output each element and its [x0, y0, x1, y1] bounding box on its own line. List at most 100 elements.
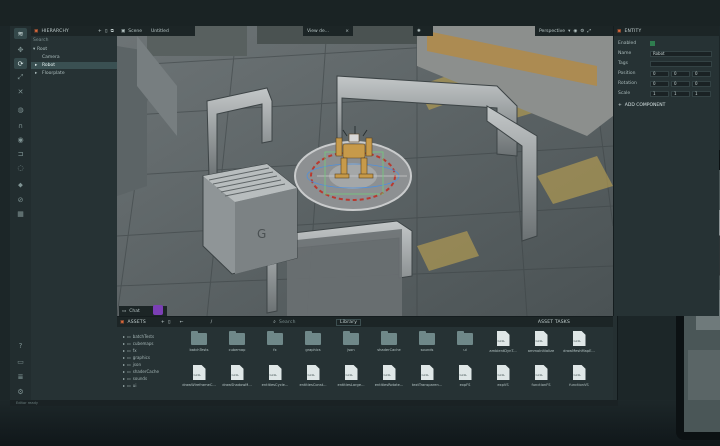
duplicate-entity-icon[interactable]: ⧉ [111, 28, 114, 34]
expand-arrow-icon[interactable]: ▸ [123, 341, 125, 346]
hierarchy-search-input[interactable]: Search [33, 37, 115, 44]
close-icon[interactable]: × [345, 29, 349, 34]
camera-selector[interactable]: Perspective ▾ ◉ ⚙ ⤢ [535, 26, 613, 36]
asset-tree-item[interactable]: ▸ ▭ fx [123, 347, 183, 353]
expand-arrow-icon[interactable]: ▸ [123, 376, 125, 381]
add-entity-icon[interactable]: + [98, 29, 102, 34]
hierarchy-item-camera[interactable]: Camera [31, 54, 117, 61]
asset-folder[interactable]: sounds [413, 331, 441, 361]
fullscreen-icon[interactable]: ⤢ [587, 28, 591, 34]
asset-file[interactable]: GLSL expFS [451, 365, 479, 395]
help-icon[interactable]: ? [14, 340, 27, 351]
asset-file[interactable]: GLSL drawMeshMapE... [563, 331, 595, 361]
asset-tree-item[interactable]: ▸ ▭ sounds [123, 375, 183, 381]
expand-arrow-icon[interactable]: ▸ [123, 355, 125, 360]
hierarchy-item-floorplate[interactable]: ▸ Floorplate [31, 70, 117, 77]
camera-icon[interactable]: ◌ [14, 162, 27, 173]
add-component-button[interactable]: + ADD COMPONENT [618, 102, 716, 109]
scale-x-field[interactable]: 1 [650, 90, 669, 97]
assets-search-input[interactable]: Search [279, 320, 333, 325]
rotation-y-field[interactable]: 0 [671, 80, 690, 87]
untitled-tab-label[interactable]: Untitled [151, 29, 169, 34]
scale-y-field[interactable]: 1 [671, 90, 690, 97]
rotate-icon[interactable]: ⟳ [14, 58, 27, 69]
view-mode-tab[interactable]: View de... × [303, 26, 353, 36]
scene-tab-label[interactable]: Scene [128, 29, 142, 34]
asset-file[interactable]: GLSL entitiesRotate... [375, 365, 403, 395]
hierarchy-item-robot[interactable]: ▸ Robot [31, 62, 117, 69]
add-asset-icon[interactable]: + [161, 320, 165, 325]
delete-entity-icon[interactable]: ▯ [105, 29, 108, 34]
asset-tree-item[interactable]: ▸ ▭ cubemaps [123, 340, 183, 346]
expand-arrow-icon[interactable]: ▸ [123, 383, 125, 388]
rect-tool-icon[interactable]: ✕ [14, 86, 27, 97]
asset-folder[interactable]: json [337, 331, 365, 361]
asset-file[interactable]: GLSL entitiesLarge... [337, 365, 365, 395]
asset-file[interactable]: GLSL entitiesCycle... [261, 365, 289, 395]
scale-z-field[interactable]: 1 [692, 90, 711, 97]
grid-icon[interactable]: ▦ [14, 208, 27, 219]
asset-tree-item[interactable]: ▸ ▭ batchTests [123, 333, 183, 339]
expand-arrow-icon[interactable]: ▸ [123, 362, 125, 367]
asset-file[interactable]: GLSL drawWireframeC... [182, 365, 216, 395]
asset-tree-item[interactable]: ▸ ▭ shaderCache [123, 368, 183, 374]
asset-folder[interactable]: ui [451, 331, 479, 361]
position-z-field[interactable]: 0 [692, 70, 711, 77]
paint-icon[interactable]: ⊘ [14, 194, 27, 205]
asset-file[interactable]: GLSL functionFS [527, 365, 555, 395]
asset-folder[interactable]: graphics [299, 331, 327, 361]
asset-folder[interactable]: batchTests [185, 331, 213, 361]
shader-file-icon: GLSL [458, 365, 472, 380]
rotation-z-field[interactable]: 0 [692, 80, 711, 87]
position-x-field[interactable]: 0 [650, 70, 669, 77]
asset-folder[interactable]: shaderCache [375, 331, 403, 361]
asset-tree-item[interactable]: ▸ ▭ json [123, 361, 183, 367]
asset-file[interactable]: GLSL drawShadowM... [222, 365, 252, 395]
asset-file[interactable]: GLSL textTransparen... [412, 365, 442, 395]
move-icon[interactable]: ✥ [14, 44, 27, 55]
tags-row: Tags [618, 60, 716, 67]
pin-icon[interactable]: ⬥ [14, 180, 27, 191]
scale-icon[interactable]: ⤢ [14, 72, 27, 83]
asset-file[interactable]: GLSL ammoInitialize [527, 331, 555, 361]
settings-icon[interactable]: ⚙ [14, 386, 27, 397]
tags-field[interactable] [650, 60, 712, 67]
expand-arrow-icon[interactable]: ▸ [123, 369, 125, 374]
asset-file[interactable]: GLSL expVS [489, 365, 517, 395]
magnet-icon[interactable]: ∩ [14, 120, 27, 131]
library-button[interactable]: Library [336, 318, 362, 326]
collapse-arrow-icon[interactable]: ▸ [35, 71, 42, 76]
light-icon[interactable]: ⊐ [14, 148, 27, 159]
position-row: Position 0 0 0 [618, 70, 716, 77]
enabled-checkbox[interactable] [650, 41, 655, 46]
expand-arrow-icon[interactable]: ▸ [123, 348, 125, 353]
asset-folder[interactable]: fx [261, 331, 289, 361]
back-arrow-icon[interactable]: ← [180, 320, 184, 325]
asset-file[interactable]: GLSL entitiesConst... [299, 365, 327, 395]
name-field[interactable]: Robot [650, 50, 712, 57]
asset-label: expFS [459, 383, 471, 387]
eye-icon[interactable]: ◉ [14, 134, 27, 145]
expand-arrow-icon[interactable]: ▸ [123, 334, 125, 339]
globe-icon[interactable]: ◍ [14, 104, 27, 115]
search-icon[interactable]: ⌕ [273, 319, 276, 325]
scene-viewport[interactable]: G ▣ Scene Untitled View de... × ✺ Perspe… [117, 26, 613, 316]
asset-folder[interactable]: cubemap [223, 331, 251, 361]
collapse-arrow-icon[interactable]: ▸ [35, 63, 42, 68]
layers-icon[interactable]: ≣ [14, 371, 27, 382]
chevron-down-icon[interactable]: ▾ [568, 29, 570, 34]
hierarchy-item-root[interactable]: ▾ Root [31, 46, 117, 53]
lights-toggle[interactable]: ✺ [413, 26, 433, 36]
asset-tree-item[interactable]: ▸ ▭ ui [123, 382, 183, 388]
asset-file[interactable]: GLSL functionVS [565, 365, 593, 395]
asset-file[interactable]: GLSL ambientDynT... [489, 331, 517, 361]
camera-icon[interactable]: ◉ [573, 29, 577, 34]
position-y-field[interactable]: 0 [671, 70, 690, 77]
logo-icon[interactable]: ≋ [14, 28, 27, 39]
gear-icon[interactable]: ⚙ [580, 29, 584, 34]
rotation-x-field[interactable]: 0 [650, 80, 669, 87]
user-avatar[interactable] [153, 305, 163, 315]
asset-tree-item[interactable]: ▸ ▭ graphics [123, 354, 183, 360]
monitor-icon[interactable]: ▭ [14, 356, 27, 367]
delete-asset-icon[interactable]: ▯ [168, 320, 171, 325]
